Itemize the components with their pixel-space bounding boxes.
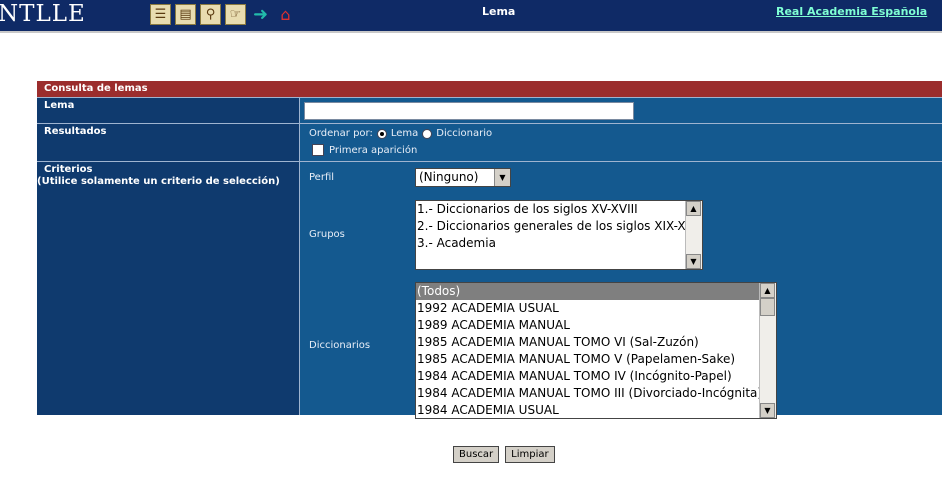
diccionarios-scrollbar[interactable]: ▲ ▼ [759,283,776,418]
diccionarios-label: Diccionarios [309,340,371,351]
order-lema-radio[interactable] [376,128,387,139]
order-diccionario-label: Diccionario [436,128,493,139]
list-item[interactable]: 2.- Diccionarios generales de los siglos… [416,218,702,235]
grupos-scrollbar[interactable]: ▲ ▼ [685,201,702,269]
toolbar: ☰ ▤ ⚲ ☞ ➜ ⌂ [150,4,296,28]
primera-aparicion-checkbox[interactable] [312,144,324,156]
list-item[interactable]: 3.- Academia [416,235,702,252]
open-book-icon[interactable]: ▤ [175,4,196,25]
list-item[interactable]: 1985 ACADEMIA MANUAL TOMO VI (Sal-Zuzón) [416,334,776,351]
exit-icon[interactable]: ➜ [250,4,271,25]
lema-label: Lema [37,98,300,123]
lema-input[interactable] [304,102,634,120]
rae-link[interactable]: Real Academia Española [776,5,927,18]
list-item[interactable]: 1992 ACADEMIA USUAL [416,300,776,317]
perfil-select[interactable]: (Ninguno) ▼ [415,168,511,187]
perfil-label: Perfil [309,172,335,183]
home-icon[interactable]: ⌂ [275,4,296,25]
limpiar-button[interactable]: Limpiar [505,446,555,463]
hand-book-icon[interactable]: ☞ [225,4,246,25]
scroll-down-icon[interactable]: ▼ [760,403,775,418]
scroll-down-icon[interactable]: ▼ [686,254,701,269]
chevron-down-icon[interactable]: ▼ [494,169,510,186]
diccionarios-listbox[interactable]: (Todos) 1992 ACADEMIA USUAL 1989 ACADEMI… [415,282,777,419]
list-item[interactable]: 1989 ACADEMIA MANUAL [416,317,776,334]
list-item[interactable]: 1984 ACADEMIA MANUAL TOMO IV (Incógnito-… [416,368,776,385]
grupos-label: Grupos [309,229,345,240]
magnifier-icon[interactable]: ⚲ [200,4,221,25]
scroll-up-icon[interactable]: ▲ [760,283,775,298]
list-item[interactable]: 1985 ACADEMIA MANUAL TOMO V (Papelamen-S… [416,351,776,368]
order-by-label: Ordenar por: [309,128,373,139]
list-item[interactable]: (Todos) [416,283,776,300]
scroll-up-icon[interactable]: ▲ [686,201,701,216]
criterios-row: Criterios (Utilice solamente un criterio… [37,161,942,419]
grupos-listbox[interactable]: 1.- Diccionarios de los siglos XV-XVIII … [415,200,703,270]
list-item[interactable]: 1.- Diccionarios de los siglos XV-XVIII [416,201,702,218]
resultados-label: Resultados [37,124,300,161]
list-item[interactable]: 1984 ACADEMIA MANUAL TOMO III (Divorciad… [416,385,776,402]
order-lema-label: Lema [390,128,419,139]
criterios-label: Criterios [44,164,93,175]
book-search-icon[interactable]: ☰ [150,4,171,25]
top-bar: NTLLE ☰ ▤ ⚲ ☞ ➜ ⌂ Lema Real Academia Esp… [0,0,942,33]
buscar-button[interactable]: Buscar [453,446,500,463]
resultados-row: Resultados Ordenar por: Lema Diccionario… [37,123,942,161]
page-title: Lema [482,5,516,18]
form-buttons: Buscar Limpiar [453,446,555,463]
scroll-thumb[interactable] [760,298,775,316]
perfil-select-value: (Ninguno) [419,170,479,184]
criterios-note: (Utilice solamente un criterio de selecc… [37,176,280,187]
primera-aparicion-label: Primera aparición [329,144,418,156]
app-logo: NTLLE [0,1,86,27]
list-item[interactable]: 1984 ACADEMIA USUAL [416,402,776,418]
order-diccionario-radio[interactable] [422,128,433,139]
form-header: Consulta de lemas [37,81,942,97]
lemma-query-form: Consulta de lemas Lema Resultados Ordena… [37,81,942,419]
lema-row: Lema [37,97,942,123]
